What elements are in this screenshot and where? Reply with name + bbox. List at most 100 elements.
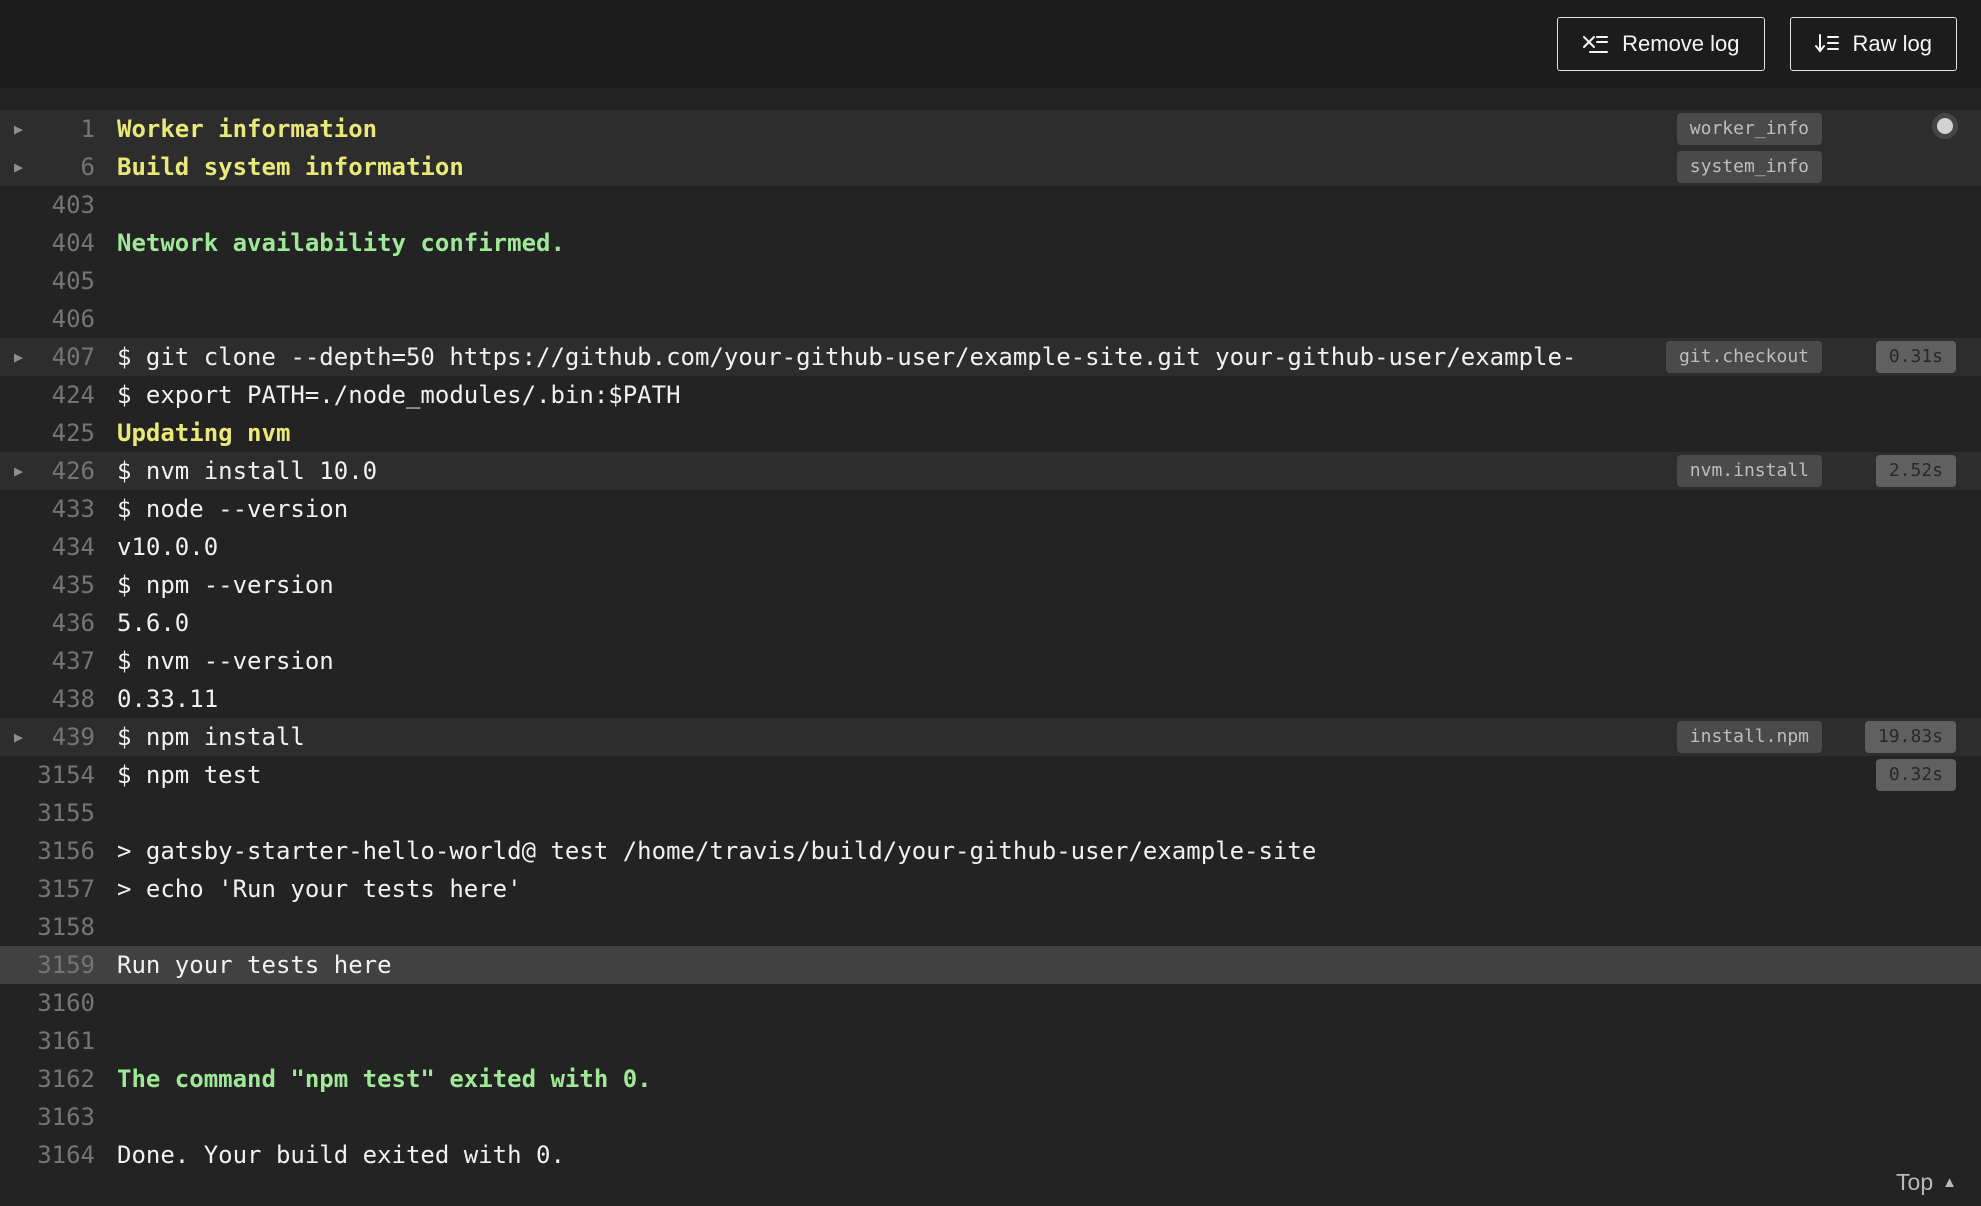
line-number[interactable]: 434 [0,533,95,561]
log-line: ▶ 403 [0,186,1981,224]
line-gutter: ▶ 407 [0,338,95,376]
line-text: Worker information [117,115,378,143]
line-text: Updating nvm [117,419,291,447]
line-gutter: ▶ 406 [0,300,95,338]
line-gutter: ▶ 1 [0,110,95,148]
line-gutter: ▶ 3163 [0,1098,95,1136]
fold-name-badge: system_info [1676,151,1822,183]
line-gutter: ▶ 433 [0,490,95,528]
line-number[interactable]: 403 [0,191,95,219]
log-line: ▶ 437 $ nvm --version [0,642,1981,680]
log-line: ▶ 436 5.6.0 [0,604,1981,642]
scroll-top-arrow-icon: ▲ [1942,1174,1957,1191]
raw-log-icon [1814,33,1839,55]
log-line: ▶ 3159 Run your tests here [0,946,1981,984]
log-line: ▶ 1 Worker information worker_info [0,110,1981,148]
line-gutter: ▶ 403 [0,186,95,224]
log-line: ▶ 439 $ npm install install.npm 19.83s [0,718,1981,756]
log-line: ▶ 3158 [0,908,1981,946]
scroll-to-top-label: Top [1896,1169,1934,1195]
line-number[interactable]: 406 [0,305,95,333]
line-text: $ npm test [117,761,262,789]
line-text: The command "npm test" exited with 0. [117,1065,652,1093]
log-line: ▶ 433 $ node --version [0,490,1981,528]
line-gutter: ▶ 3154 [0,756,95,794]
line-text: Run your tests here [117,951,392,979]
log-line: ▶ 406 [0,300,1981,338]
fold-arrow-icon[interactable]: ▶ [14,349,23,365]
line-text: v10.0.0 [117,533,219,561]
fold-arrow-icon[interactable]: ▶ [14,463,23,479]
line-number[interactable]: 3159 [0,951,95,979]
line-number[interactable]: 3155 [0,799,95,827]
line-number[interactable]: 3160 [0,989,95,1017]
line-number[interactable]: 438 [0,685,95,713]
fold-name-badge: git.checkout [1665,341,1822,373]
scroll-to-top-link[interactable]: Top ▲ [1896,1169,1957,1196]
line-number[interactable]: 3163 [0,1103,95,1131]
line-number[interactable]: 435 [0,571,95,599]
line-number[interactable]: 3157 [0,875,95,903]
line-gutter: ▶ 3155 [0,794,95,832]
duration-badge: 0.31s [1875,341,1956,373]
remove-log-label: Remove log [1622,31,1740,56]
line-number[interactable]: 425 [0,419,95,447]
line-gutter: ▶ 3160 [0,984,95,1022]
line-gutter: ▶ 426 [0,452,95,490]
raw-log-button[interactable]: Raw log [1789,17,1957,71]
line-text: > gatsby-starter-hello-world@ test /home… [117,837,1317,865]
fold-name-badge: worker_info [1676,113,1822,145]
fold-name-badge: install.npm [1676,721,1822,753]
line-text: $ git clone --depth=50 https://github.co… [117,343,1577,371]
remove-log-button[interactable]: Remove log [1557,17,1765,71]
line-gutter: ▶ 424 [0,376,95,414]
duration-slot: 2.52s [1846,455,1956,487]
fold-arrow-icon[interactable]: ▶ [14,121,23,137]
line-number[interactable]: 3162 [0,1065,95,1093]
line-gutter: ▶ 425 [0,414,95,452]
line-text: Network availability confirmed. [117,229,565,257]
log-line: ▶ 3157 > echo 'Run your tests here' [0,870,1981,908]
log-line: ▶ 3155 [0,794,1981,832]
line-number[interactable]: 3158 [0,913,95,941]
line-text: 0.33.11 [117,685,219,713]
log-line: ▶ 3156 > gatsby-starter-hello-world@ tes… [0,832,1981,870]
line-text: $ nvm --version [117,647,334,675]
fold-arrow-icon[interactable]: ▶ [14,729,23,745]
fold-arrow-icon[interactable]: ▶ [14,159,23,175]
line-number[interactable]: 3154 [0,761,95,789]
line-gutter: ▶ 3164 [0,1136,95,1174]
line-number[interactable]: 437 [0,647,95,675]
remove-log-icon [1582,33,1609,55]
log-line: ▶ 3163 [0,1098,1981,1136]
duration-slot: 0.32s [1846,759,1956,791]
line-gutter: ▶ 6 [0,148,95,186]
scroll-follow-toggle[interactable] [1932,113,1958,139]
log-line: ▶ 3164 Done. Your build exited with 0. [0,1136,1981,1174]
line-number[interactable]: 404 [0,229,95,257]
log-line: ▶ 438 0.33.11 [0,680,1981,718]
duration-slot: 19.83s [1846,721,1956,753]
line-gutter: ▶ 437 [0,642,95,680]
line-number[interactable]: 436 [0,609,95,637]
line-gutter: ▶ 438 [0,680,95,718]
log-line: ▶ 424 $ export PATH=./node_modules/.bin:… [0,376,1981,414]
line-number[interactable]: 3161 [0,1027,95,1055]
duration-badge: 2.52s [1875,455,1956,487]
duration-badge: 19.83s [1864,721,1956,753]
log-line: ▶ 3160 [0,984,1981,1022]
line-number[interactable]: 405 [0,267,95,295]
log-line: ▶ 425 Updating nvm [0,414,1981,452]
line-number[interactable]: 3164 [0,1141,95,1169]
log-line: ▶ 404 Network availability confirmed. [0,224,1981,262]
line-text: 5.6.0 [117,609,190,637]
line-number[interactable]: 3156 [0,837,95,865]
log-line: ▶ 3161 [0,1022,1981,1060]
line-number[interactable]: 424 [0,381,95,409]
line-gutter: ▶ 434 [0,528,95,566]
line-gutter: ▶ 3161 [0,1022,95,1060]
raw-log-label: Raw log [1852,31,1932,56]
log-line: ▶ 407 $ git clone --depth=50 https://git… [0,338,1981,376]
line-number[interactable]: 433 [0,495,95,523]
line-gutter: ▶ 3157 [0,870,95,908]
